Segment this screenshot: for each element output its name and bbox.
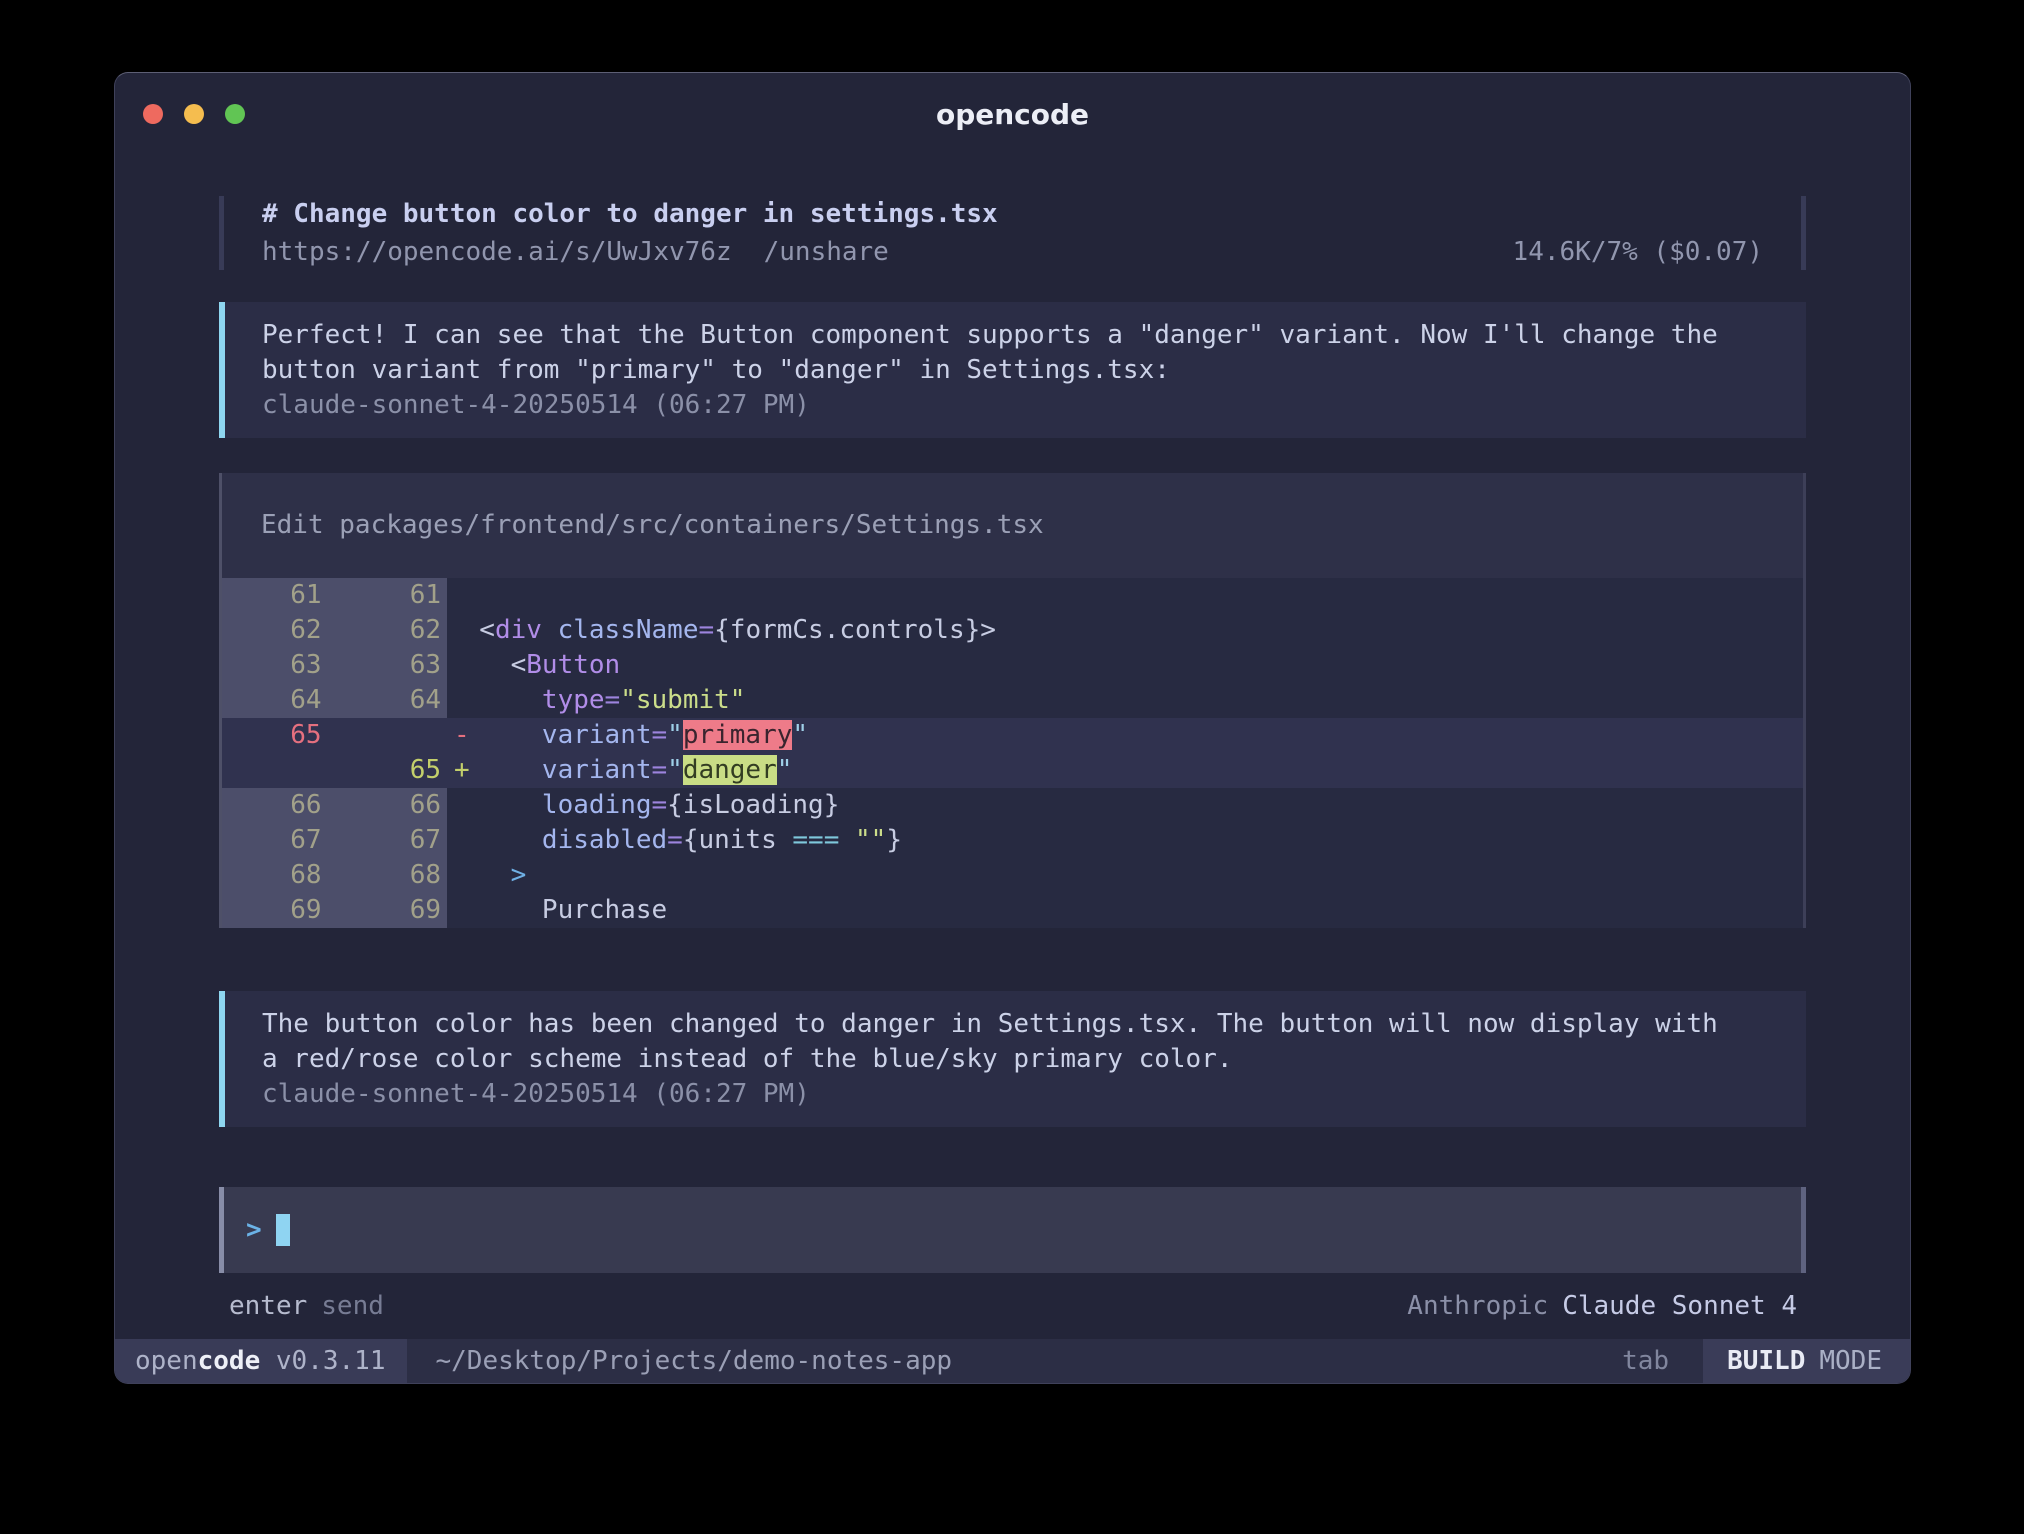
- new-line-number: 61: [328, 578, 447, 613]
- diff-line: 6666 loading={isLoading}: [222, 788, 1803, 823]
- app-version-chip: opencode v0.3.11: [115, 1339, 407, 1383]
- new-line-number: 64: [328, 683, 447, 718]
- new-line-number: 69: [328, 893, 447, 928]
- mode-chip[interactable]: BUILDMODE: [1703, 1339, 1910, 1383]
- added-marker: +: [454, 753, 470, 788]
- text-cursor: [276, 1214, 290, 1246]
- old-line-number: 61: [222, 578, 328, 613]
- code-text: disabled={units === ""}: [447, 823, 1803, 858]
- working-directory: ~/Desktop/Projects/demo-notes-app: [435, 1339, 952, 1383]
- diff-line: 65 - variant="primary": [222, 718, 1803, 753]
- old-line-number: 68: [222, 858, 328, 893]
- old-line-number: 64: [222, 683, 328, 718]
- share-url[interactable]: https://opencode.ai/s/UwJxv76z: [262, 237, 732, 267]
- code-text: >: [447, 858, 1803, 893]
- diff-line: 6464 type="submit": [222, 683, 1803, 718]
- traffic-lights: [143, 104, 245, 124]
- code-text: Purchase: [447, 893, 1803, 928]
- minimize-button[interactable]: [184, 104, 204, 124]
- prompt-symbol: >: [246, 1215, 262, 1245]
- model-timestamp: claude-sonnet-4-20250514 (06:27 PM): [262, 1077, 1786, 1112]
- tab-key-hint: tab: [1622, 1339, 1669, 1383]
- send-hint: entersend: [229, 1289, 384, 1323]
- old-line-number: 67: [222, 823, 328, 858]
- code-text: <Button: [447, 648, 1803, 683]
- new-line-number: 65: [328, 753, 447, 788]
- message-text: Perfect! I can see that the Button compo…: [262, 318, 1786, 388]
- diff-line: 6161: [222, 578, 1803, 613]
- unshare-command[interactable]: /unshare: [764, 237, 889, 267]
- diff-line: 6363 <Button: [222, 648, 1803, 683]
- session-header: # Change button color to danger in setti…: [219, 196, 1806, 270]
- code-text: - variant="primary": [447, 718, 1803, 753]
- model-timestamp: claude-sonnet-4-20250514 (06:27 PM): [262, 388, 1786, 423]
- code-text: type="submit": [447, 683, 1803, 718]
- token-usage: 14.6K/7% ($0.07): [1513, 234, 1801, 270]
- model-indicator: AnthropicClaude Sonnet 4: [1407, 1289, 1797, 1323]
- new-line-number: 66: [328, 788, 447, 823]
- old-line-number: 63: [222, 648, 328, 683]
- opencode-window: opencode # Change button color to danger…: [114, 72, 1911, 1384]
- removed-marker: -: [454, 718, 470, 753]
- old-line-number: 66: [222, 788, 328, 823]
- diff-line: 65+ variant="danger": [222, 753, 1803, 788]
- diff-view: 61616262 <div className={formCs.controls…: [222, 578, 1803, 928]
- edit-tool-title: Edit packages/frontend/src/containers/Se…: [222, 473, 1803, 578]
- status-bar: opencode v0.3.11 ~/Desktop/Projects/demo…: [115, 1339, 1910, 1383]
- code-text: [447, 578, 1803, 613]
- new-line-number: 63: [328, 648, 447, 683]
- old-line-number: 65: [222, 718, 328, 753]
- code-text: + variant="danger": [447, 753, 1803, 788]
- session-title: # Change button color to danger in setti…: [262, 196, 1801, 232]
- window-title: opencode: [936, 98, 1089, 131]
- new-line-number: 62: [328, 613, 447, 648]
- assistant-message: The button color has been changed to dan…: [219, 991, 1806, 1127]
- diff-line: 6868 >: [222, 858, 1803, 893]
- new-line-number: 67: [328, 823, 447, 858]
- new-line-number: 68: [328, 858, 447, 893]
- share-line: https://opencode.ai/s/UwJxv76z/unshare: [262, 234, 889, 270]
- diff-line: 6969 Purchase: [222, 893, 1803, 928]
- code-text: <div className={formCs.controls}>: [447, 613, 1803, 648]
- old-line-number: [222, 753, 328, 788]
- diff-line: 6262 <div className={formCs.controls}>: [222, 613, 1803, 648]
- zoom-button[interactable]: [225, 104, 245, 124]
- old-line-number: 62: [222, 613, 328, 648]
- close-button[interactable]: [143, 104, 163, 124]
- diff-line: 6767 disabled={units === ""}: [222, 823, 1803, 858]
- code-text: loading={isLoading}: [447, 788, 1803, 823]
- hint-bar: entersend AnthropicClaude Sonnet 4: [219, 1289, 1806, 1323]
- assistant-message: Perfect! I can see that the Button compo…: [219, 302, 1806, 438]
- edit-tool-card: Edit packages/frontend/src/containers/Se…: [219, 473, 1806, 928]
- main-content: # Change button color to danger in setti…: [115, 155, 1910, 1383]
- old-line-number: 69: [222, 893, 328, 928]
- titlebar: opencode: [115, 73, 1910, 155]
- prompt-input[interactable]: >: [219, 1187, 1806, 1273]
- new-line-number: [328, 718, 447, 753]
- message-text: The button color has been changed to dan…: [262, 1007, 1786, 1077]
- header-right-rule: [1801, 196, 1806, 270]
